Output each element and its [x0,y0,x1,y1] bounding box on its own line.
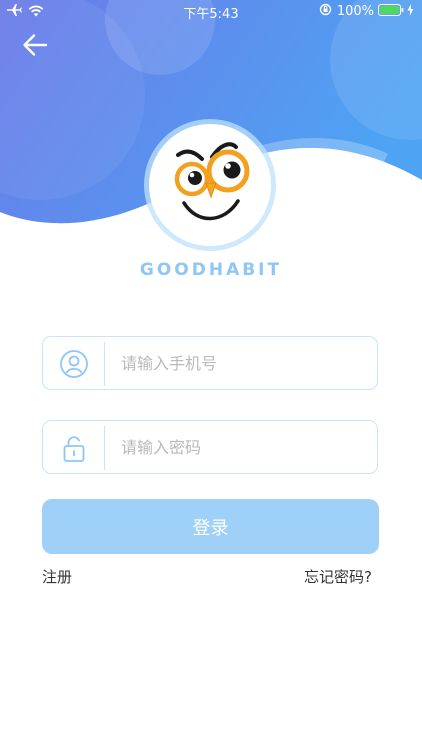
phone-field[interactable] [42,336,378,390]
status-right: 100% [319,3,414,20]
rotation-lock-icon [319,3,332,20]
forgot-password-link[interactable]: 忘记密码? [304,566,372,587]
arrow-left-icon [23,34,48,56]
owl-logo-icon [174,142,250,221]
battery-percent: 100% [336,4,374,19]
back-button[interactable] [22,33,48,57]
app-logo [149,124,271,246]
brand-name: GOODHABIT [139,260,283,280]
password-input[interactable] [121,421,361,473]
phone-input[interactable] [121,337,361,389]
charging-icon [407,3,414,20]
lock-icon [63,436,85,462]
login-button[interactable]: 登录 [42,499,379,554]
user-icon [60,350,88,378]
battery-icon [378,3,404,20]
password-field[interactable] [42,420,378,474]
field-divider [104,426,105,470]
status-bar: 下午5:43 100% [0,0,422,22]
field-divider [104,342,105,386]
register-link[interactable]: 注册 [42,566,72,587]
